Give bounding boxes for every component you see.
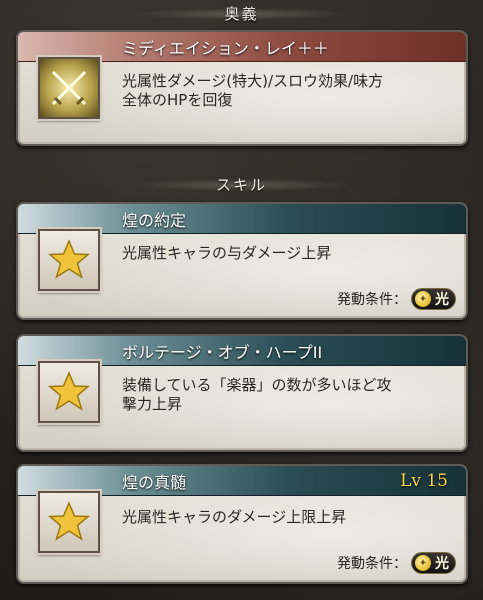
skill-1-desc-line1: 光属性キャラの与ダメージ上昇: [122, 244, 332, 262]
ougi-section-header: 奥義: [0, 0, 483, 26]
skill-card-3[interactable]: 煌の真髄 Lv 15 光属性キャラのダメージ上限上昇 発動条件： ✦ 光: [16, 464, 468, 584]
skill-2-icon-frame: [38, 361, 100, 423]
skill-1-element-badge: ✦ 光: [411, 288, 456, 310]
skill-3-description: 光属性キャラのダメージ上限上昇: [122, 508, 454, 527]
skill-2-name: ボルテージ・オブ・ハープII: [122, 342, 323, 362]
star-icon: [48, 371, 90, 411]
skill-3-element-text: 光: [435, 556, 449, 572]
skill-section-title: スキル: [215, 175, 267, 194]
skill-3-desc-line1: 光属性キャラのダメージ上限上昇: [122, 508, 347, 526]
skill-1-name: 煌の約定: [122, 210, 187, 230]
ougi-description: 光属性ダメージ(特大)/スロウ効果/味方 全体のHPを回復: [122, 72, 454, 110]
skill-3-element-badge: ✦ 光: [411, 552, 456, 574]
skill-1-description: 光属性キャラの与ダメージ上昇: [122, 244, 454, 263]
star-icon: [48, 501, 90, 541]
skill-1-condition: 発動条件： ✦ 光: [337, 288, 456, 310]
skill-section-header: スキル: [0, 171, 483, 197]
skill-3-level: Lv 15: [400, 471, 448, 491]
star-icon: [48, 239, 90, 279]
skill-3-condition-label: 発動条件：: [337, 556, 407, 572]
skill-1-element-text: 光: [435, 292, 449, 308]
ougi-desc-line1: 光属性ダメージ(特大)/スロウ効果/味方: [122, 72, 384, 90]
skill-3-condition: 発動条件： ✦ 光: [337, 552, 456, 574]
light-element-icon: ✦: [415, 555, 431, 571]
ougi-card[interactable]: ミディエイション・レイ＋＋ 光属性ダメージ(特大)/スロウ効果/味方 全体のHP…: [16, 30, 468, 146]
skill-2-desc-line1: 装備している「楽器」の数が多いほど攻: [122, 376, 392, 394]
light-element-icon: ✦: [415, 291, 431, 307]
skill-3-icon-frame: [38, 491, 100, 553]
skill-1-icon-frame: [38, 229, 100, 291]
skill-card-2[interactable]: ボルテージ・オブ・ハープII 装備している「楽器」の数が多いほど攻 撃力上昇: [16, 334, 468, 452]
ougi-name: ミディエイション・レイ＋＋: [122, 38, 329, 58]
skill-card-1[interactable]: 煌の約定 光属性キャラの与ダメージ上昇 発動条件： ✦ 光: [16, 202, 468, 320]
ougi-desc-line2: 全体のHPを回復: [122, 91, 233, 109]
skill-3-name: 煌の真髄: [122, 472, 187, 492]
skill-1-condition-label: 発動条件：: [337, 292, 407, 308]
skill-2-description: 装備している「楽器」の数が多いほど攻 撃力上昇: [122, 376, 454, 414]
skill-2-desc-line2: 撃力上昇: [122, 395, 183, 413]
ougi-section-title: 奥義: [224, 4, 259, 23]
crossed-swords-icon: [51, 70, 87, 106]
ougi-icon-frame: [38, 57, 100, 119]
